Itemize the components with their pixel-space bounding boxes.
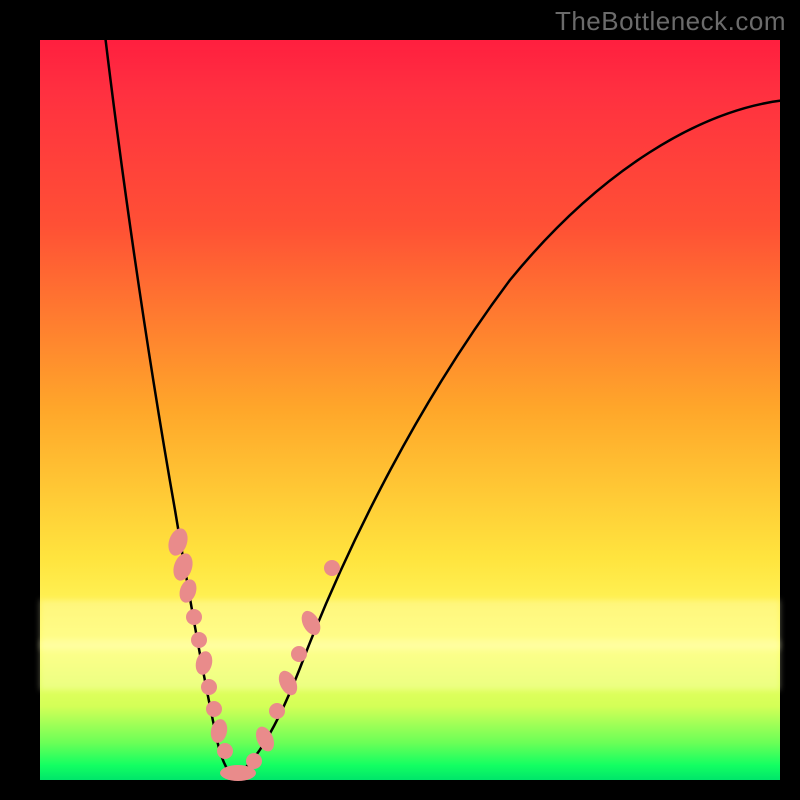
bead-cluster — [165, 526, 340, 781]
chart-frame: TheBottleneck.com — [0, 0, 800, 800]
left-branch — [105, 35, 233, 776]
plot-area — [40, 40, 780, 780]
watermark-text: TheBottleneck.com — [555, 6, 786, 37]
right-branch — [233, 100, 785, 776]
curve-layer — [40, 40, 780, 780]
